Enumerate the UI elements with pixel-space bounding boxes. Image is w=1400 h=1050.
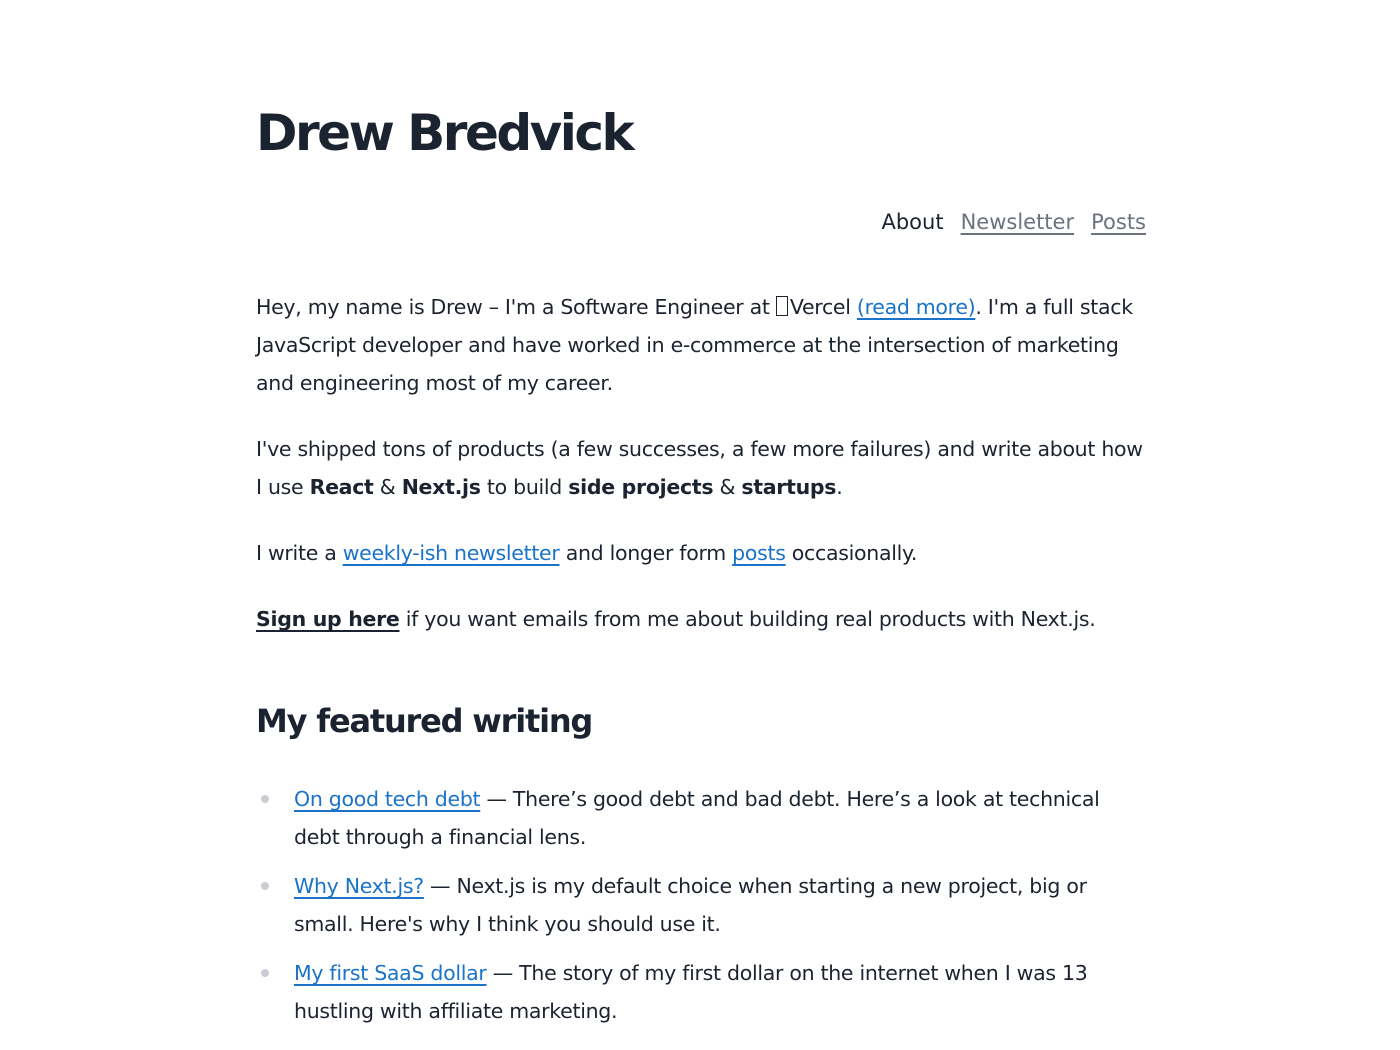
bold-nextjs: Next.js bbox=[401, 475, 481, 499]
read-more-link[interactable]: (read more) bbox=[857, 295, 976, 319]
newsletter-link[interactable]: weekly-ish newsletter bbox=[343, 541, 560, 565]
intro-paragraph-3: I write a weekly-ish newsletter and long… bbox=[256, 534, 1146, 572]
company-name: Vercel bbox=[789, 295, 857, 319]
bullet-icon bbox=[261, 969, 269, 977]
intro-paragraph-1: Hey, my name is Drew – I'm a Software En… bbox=[256, 288, 1146, 402]
sign-up-link[interactable]: Sign up here bbox=[256, 607, 400, 631]
bold-startups: startups bbox=[741, 475, 837, 499]
intro-text: . bbox=[836, 475, 843, 499]
featured-link-tech-debt[interactable]: On good tech debt bbox=[294, 787, 481, 811]
bold-side-projects: side projects bbox=[568, 475, 714, 499]
bold-react: React bbox=[309, 475, 374, 499]
intro-text: occasionally. bbox=[785, 541, 918, 565]
featured-link-why-nextjs[interactable]: Why Next.js? bbox=[294, 874, 424, 898]
posts-link[interactable]: posts bbox=[732, 541, 786, 565]
intro-text: Hey, my name is Drew – I'm a Software En… bbox=[256, 295, 776, 319]
list-item: Why Next.js? — Next.js is my default cho… bbox=[256, 867, 1146, 943]
nav-about[interactable]: About bbox=[881, 210, 943, 234]
intro-content: Hey, my name is Drew – I'm a Software En… bbox=[256, 288, 1146, 666]
intro-paragraph-4: Sign up here if you want emails from me … bbox=[256, 600, 1146, 638]
intro-text: & bbox=[373, 475, 402, 499]
main-nav: About Newsletter Posts bbox=[881, 210, 1146, 234]
featured-list: On good tech debt — There’s good debt an… bbox=[256, 780, 1146, 1041]
intro-paragraph-2: I've shipped tons of products (a few suc… bbox=[256, 430, 1146, 506]
bullet-icon bbox=[261, 882, 269, 890]
nav-posts[interactable]: Posts bbox=[1091, 210, 1146, 234]
featured-link-saas-dollar[interactable]: My first SaaS dollar bbox=[294, 961, 487, 985]
site-title: Drew Bredvick bbox=[256, 104, 635, 162]
featured-heading: My featured writing bbox=[256, 702, 593, 740]
nav-newsletter[interactable]: Newsletter bbox=[961, 210, 1075, 234]
intro-text: and longer form bbox=[559, 541, 733, 565]
intro-text: I write a bbox=[256, 541, 343, 565]
bullet-icon bbox=[261, 795, 269, 803]
list-item: On good tech debt — There’s good debt an… bbox=[256, 780, 1146, 856]
intro-text: if you want emails from me about buildin… bbox=[399, 607, 1096, 631]
vercel-icon bbox=[775, 296, 788, 316]
list-item: My first SaaS dollar — The story of my f… bbox=[256, 954, 1146, 1030]
intro-text: & bbox=[713, 475, 742, 499]
intro-text: to build bbox=[480, 475, 569, 499]
